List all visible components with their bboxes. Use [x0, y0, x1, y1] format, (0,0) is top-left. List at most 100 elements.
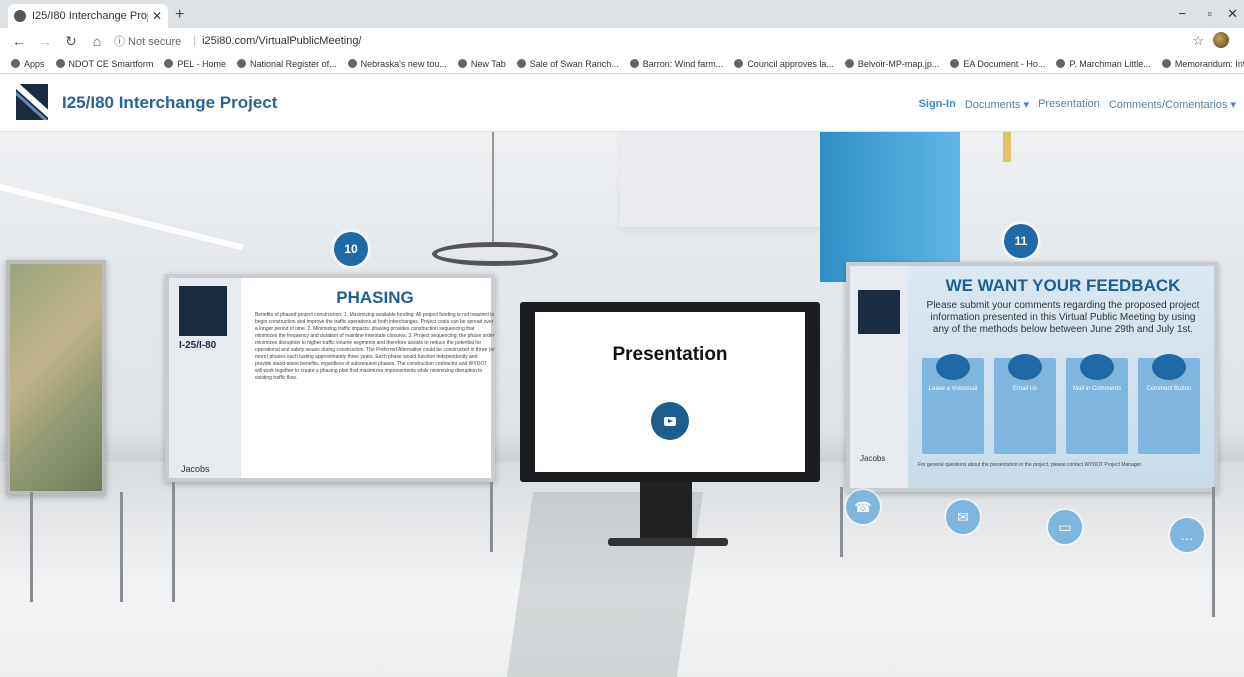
headset-icon — [936, 354, 970, 380]
phasing-jacobs-logo: Jacobs — [181, 464, 210, 474]
map-board[interactable] — [6, 260, 106, 495]
not-secure-label: ⓘ Not secure — [114, 36, 182, 48]
bookmark-item[interactable]: PEL - Home — [164, 59, 226, 69]
phasing-body: Benefits of phased project construction:… — [255, 312, 495, 381]
feedback-jacobs-logo: Jacobs — [860, 454, 886, 463]
forward-icon[interactable]: → — [38, 33, 52, 49]
presentation-title: Presentation — [612, 344, 728, 365]
nav-documents[interactable]: Documents ▾ — [965, 98, 1029, 111]
site-title[interactable]: I25/I80 Interchange Project — [62, 93, 277, 113]
presentation-screen[interactable]: Presentation — [520, 302, 820, 482]
nav-presentation[interactable]: Presentation — [1038, 98, 1100, 111]
bookmark-item[interactable]: Council approves la... — [734, 59, 834, 69]
board-leg — [840, 487, 843, 557]
screen-stand — [640, 482, 692, 544]
screen-display: Presentation — [535, 312, 805, 472]
phone-icon[interactable]: ☎ — [846, 490, 880, 524]
laptop-icon — [1008, 354, 1042, 380]
pendant-cable — [492, 132, 494, 244]
bookmark-favicon-icon — [950, 59, 960, 68]
bookmark-item[interactable]: EA Document - Ho... — [950, 59, 1045, 69]
bookmark-favicon-icon — [516, 59, 526, 68]
tab-close-icon[interactable]: ✕ — [152, 9, 162, 23]
speech-bubble-icon — [1152, 354, 1186, 380]
bookmark-item[interactable]: Sale of Swan Ranch... — [516, 59, 619, 69]
reload-icon[interactable]: ↻ — [64, 33, 78, 50]
address-bar: ← → ↻ ⌂ ⓘ Not secure | i25i80.com/Virtua… — [0, 28, 1244, 54]
tab-bar: I25/I80 Interchange Project | Vir ✕ + − … — [0, 0, 1244, 28]
back-icon[interactable]: ← — [12, 33, 26, 49]
blue-duct — [820, 132, 960, 282]
browser-chrome: I25/I80 Interchange Project | Vir ✕ + − … — [0, 0, 1244, 76]
bookmark-favicon-icon — [1056, 59, 1066, 68]
bookmark-item[interactable]: NDOT CE Smartform — [55, 59, 153, 69]
maximize-button[interactable]: ▫ — [1207, 6, 1212, 21]
globe-icon — [14, 10, 26, 22]
minimize-button[interactable]: − — [1178, 6, 1186, 21]
bookmark-item[interactable]: Barron: Wind farm... — [629, 59, 723, 69]
url-field[interactable]: ⓘ Not secure | i25i80.com/VirtualPublicM… — [114, 33, 362, 49]
bookmark-favicon-icon — [347, 59, 357, 68]
board-leg — [490, 482, 493, 552]
feedback-logo — [858, 290, 900, 334]
feedback-main: WE WANT YOUR FEEDBACK Please submit your… — [908, 266, 1214, 488]
nav-comments[interactable]: Comments/Comentarios ▾ — [1109, 98, 1236, 111]
bookmark-item[interactable]: New Tab — [457, 59, 506, 69]
profile-avatar[interactable] — [1213, 32, 1229, 48]
bookmark-item[interactable]: Apps — [11, 59, 45, 69]
bookmark-favicon-icon — [164, 59, 174, 68]
hotspot-10[interactable]: 10 — [334, 232, 368, 266]
pendant-light — [1003, 132, 1011, 162]
method-mail: Mail in Comments — [1066, 354, 1128, 454]
feedback-title: WE WANT YOUR FEEDBACK — [945, 276, 1181, 295]
play-video-button[interactable] — [651, 402, 689, 440]
home-icon[interactable]: ⌂ — [90, 33, 104, 49]
comment-box-icon[interactable]: ▭ — [1048, 510, 1082, 544]
bookmark-favicon-icon — [844, 59, 854, 68]
virtual-room-scene[interactable]: I-25/I-80 Jacobs PHASING Benefits of pha… — [0, 132, 1244, 677]
phasing-board[interactable]: I-25/I-80 Jacobs PHASING Benefits of pha… — [165, 274, 495, 482]
feedback-footer: For general questions about the presenta… — [918, 462, 1143, 468]
phasing-logo-text: I-25/I-80 — [179, 340, 217, 351]
bookmark-favicon-icon — [237, 59, 247, 68]
bookmark-star-icon[interactable]: ☆ — [1192, 33, 1204, 49]
ring-light — [432, 242, 558, 266]
bookmark-item[interactable]: Nebraska's new tou... — [347, 59, 447, 69]
nav-sign-in[interactable]: Sign-In — [919, 98, 956, 111]
screen-base — [608, 538, 728, 546]
browser-tab[interactable]: I25/I80 Interchange Project | Vir ✕ — [8, 4, 168, 28]
bookmark-favicon-icon — [55, 59, 65, 68]
bookmark-favicon-icon — [1161, 59, 1171, 68]
phasing-title: PHASING — [336, 288, 414, 307]
new-tab-button[interactable]: + — [175, 6, 184, 24]
chat-icon[interactable]: … — [1170, 518, 1204, 552]
bookmark-item[interactable]: Belvoir-MP-map.jp... — [844, 59, 939, 69]
url-separator: | — [193, 35, 197, 47]
url-text: i25i80.com/VirtualPublicMeeting/ — [202, 35, 362, 47]
envelope-icon — [1080, 354, 1114, 380]
mail-icon[interactable]: ✉ — [946, 500, 980, 534]
bookmark-item[interactable]: Memorandum: Intr... — [1161, 59, 1244, 69]
bookmark-favicon-icon — [734, 59, 744, 68]
bookmark-item[interactable]: P. Marchman Little... — [1056, 59, 1151, 69]
feedback-board[interactable]: Jacobs WE WANT YOUR FEEDBACK Please subm… — [846, 262, 1218, 492]
feedback-subtitle: Please submit your comments regarding th… — [926, 300, 1200, 335]
close-window-button[interactable]: ✕ — [1227, 6, 1238, 22]
project-logo[interactable] — [16, 84, 48, 120]
apps-icon — [11, 59, 20, 68]
method-voicemail: Leave a Voicemail — [922, 354, 984, 454]
play-icon — [664, 416, 676, 426]
bookmark-favicon-icon — [629, 59, 639, 68]
bookmark-favicon-icon — [457, 59, 467, 68]
board-leg — [172, 482, 175, 602]
board-leg — [120, 492, 123, 602]
bookmark-item[interactable]: National Register of... — [237, 59, 337, 69]
hotspot-11[interactable]: 11 — [1004, 224, 1038, 258]
board-leg — [1212, 487, 1215, 617]
bookmarks-bar: Apps NDOT CE Smartform PEL - Home Nation… — [0, 54, 1244, 74]
method-email: Email Us — [994, 354, 1056, 454]
tab-title: I25/I80 Interchange Project | Vir — [32, 10, 148, 22]
site-header: I25/I80 Interchange Project Sign-In Docu… — [0, 76, 1244, 132]
board-leg — [30, 492, 33, 602]
phasing-logo — [179, 286, 227, 336]
